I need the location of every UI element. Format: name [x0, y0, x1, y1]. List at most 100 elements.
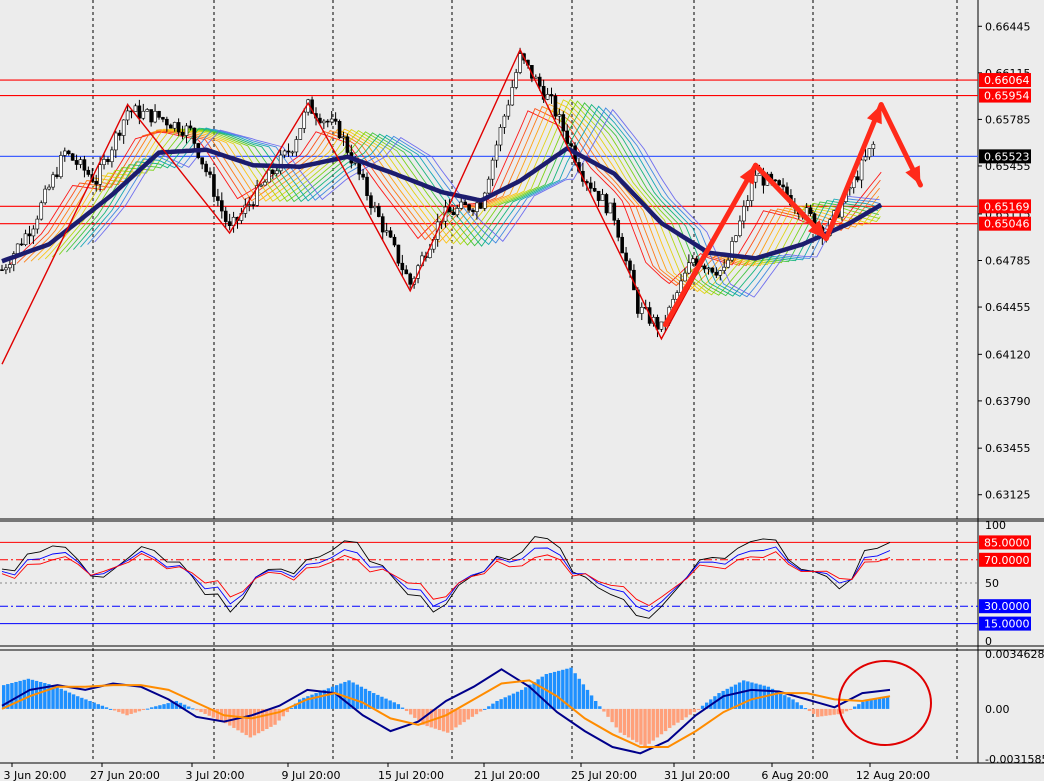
macd-histogram-bar	[791, 699, 795, 709]
time-tick-label: 15 Jul 20:00	[378, 769, 444, 781]
candle-body	[94, 181, 98, 185]
macd-histogram-bar	[248, 708, 253, 738]
candle-body	[510, 87, 515, 106]
candle-body	[337, 121, 342, 139]
candle-body	[871, 143, 876, 149]
candle-body	[298, 128, 303, 140]
macd-histogram-bar	[811, 708, 816, 714]
macd-histogram-bar	[108, 708, 113, 710]
macd-histogram-bar	[503, 697, 507, 709]
candle-body	[475, 202, 479, 212]
macd-histogram-bar	[117, 708, 121, 713]
candle-body	[165, 118, 169, 126]
macd-histogram-bar	[602, 708, 606, 712]
macd-histogram-bar	[137, 708, 142, 712]
candle-body	[141, 110, 146, 119]
macd-histogram-bar	[495, 700, 499, 709]
macd-histogram-bar	[454, 708, 458, 728]
macd-histogram-bar	[474, 708, 479, 715]
candle-body	[200, 157, 204, 165]
macd-histogram-bar	[441, 708, 446, 732]
candle-body	[361, 173, 365, 178]
macd-histogram-bar	[729, 686, 734, 709]
macd-histogram-bar	[166, 703, 170, 709]
macd-histogram-bar	[783, 695, 787, 709]
macd-histogram-bar	[458, 708, 462, 725]
candle-body	[467, 204, 471, 211]
macd-histogram-bar	[470, 708, 475, 717]
candle-body	[286, 150, 291, 153]
candle-body	[718, 270, 723, 276]
macd-histogram-bar	[700, 705, 705, 709]
candle-body	[753, 175, 758, 183]
macd-histogram-bar	[88, 700, 92, 709]
oscillator-tick-label: 0	[985, 635, 992, 648]
macd-histogram-bar	[187, 706, 191, 709]
candle-body	[47, 186, 51, 190]
price-level-label: 0.65046	[984, 218, 1030, 231]
macd-histogram-bar	[877, 697, 882, 709]
macd-histogram-bar	[396, 704, 401, 709]
macd-histogram-bar	[676, 708, 680, 723]
trading-chart[interactable]: 0.664450.661150.657850.654550.651150.647…	[0, 0, 1044, 781]
candle-body	[8, 264, 12, 269]
candle-body	[4, 267, 8, 271]
macd-histogram-bar	[404, 708, 409, 712]
candle-body	[455, 208, 460, 216]
candle-body	[19, 243, 24, 246]
macd-histogram-bar	[585, 689, 590, 709]
macd-histogram-bar	[844, 708, 849, 712]
macd-histogram-bar	[635, 708, 639, 743]
candle-body	[157, 110, 161, 118]
candle-body	[223, 210, 228, 222]
macd-histogram-bar	[795, 702, 799, 709]
oscillator-tick-label: 100	[985, 519, 1006, 532]
macd-histogram-bar	[643, 708, 647, 747]
candle-body	[357, 161, 361, 175]
macd-histogram-bar	[14, 681, 18, 709]
macd-histogram-bar	[67, 692, 72, 709]
macd-histogram-bar	[372, 693, 376, 709]
candle-body	[659, 321, 664, 330]
macd-histogram-bar	[133, 708, 137, 713]
time-tick-label: 31 Jul 20:00	[664, 769, 730, 781]
macd-histogram-bar	[446, 708, 450, 733]
macd-histogram-bar	[655, 708, 660, 738]
candle-body	[267, 169, 271, 183]
candle-body	[27, 233, 32, 237]
candle-body	[518, 53, 522, 73]
candle-body	[290, 151, 295, 154]
candle-body	[545, 94, 550, 100]
macd-histogram-bar	[199, 708, 203, 713]
macd-histogram-bar	[515, 691, 520, 709]
macd-histogram-bar	[388, 700, 392, 709]
candle-body	[333, 118, 338, 122]
candle-body	[220, 200, 224, 212]
candle-body	[451, 211, 456, 216]
price-tick-label: 0.66445	[985, 20, 1031, 33]
macd-histogram-bar	[622, 708, 627, 736]
macd-histogram-bar	[121, 708, 125, 714]
macd-histogram-bar	[104, 707, 109, 709]
macd-histogram-bar	[663, 708, 668, 732]
candle-body	[561, 114, 566, 132]
macd-histogram-bar	[606, 708, 610, 717]
candle-body	[376, 206, 381, 217]
macd-histogram-bar	[76, 696, 80, 709]
macd-histogram-bar	[162, 704, 166, 709]
macd-tick-label: 0.0034628	[985, 648, 1044, 661]
macd-histogram-bar	[610, 708, 614, 723]
candle-body	[569, 143, 573, 147]
candle-body	[600, 194, 605, 201]
macd-histogram-bar	[848, 708, 853, 710]
candle-body	[251, 204, 255, 206]
candle-body	[55, 174, 59, 178]
macd-histogram-bar	[684, 708, 688, 718]
oscillator-level-label: 70.0000	[984, 554, 1030, 567]
candle-body	[117, 132, 122, 136]
time-tick-label: 12 Aug 20:00	[856, 769, 930, 781]
macd-histogram-bar	[129, 708, 133, 714]
macd-histogram-bar	[807, 708, 812, 712]
candle-body	[863, 156, 868, 161]
macd-histogram-bar	[816, 708, 820, 717]
